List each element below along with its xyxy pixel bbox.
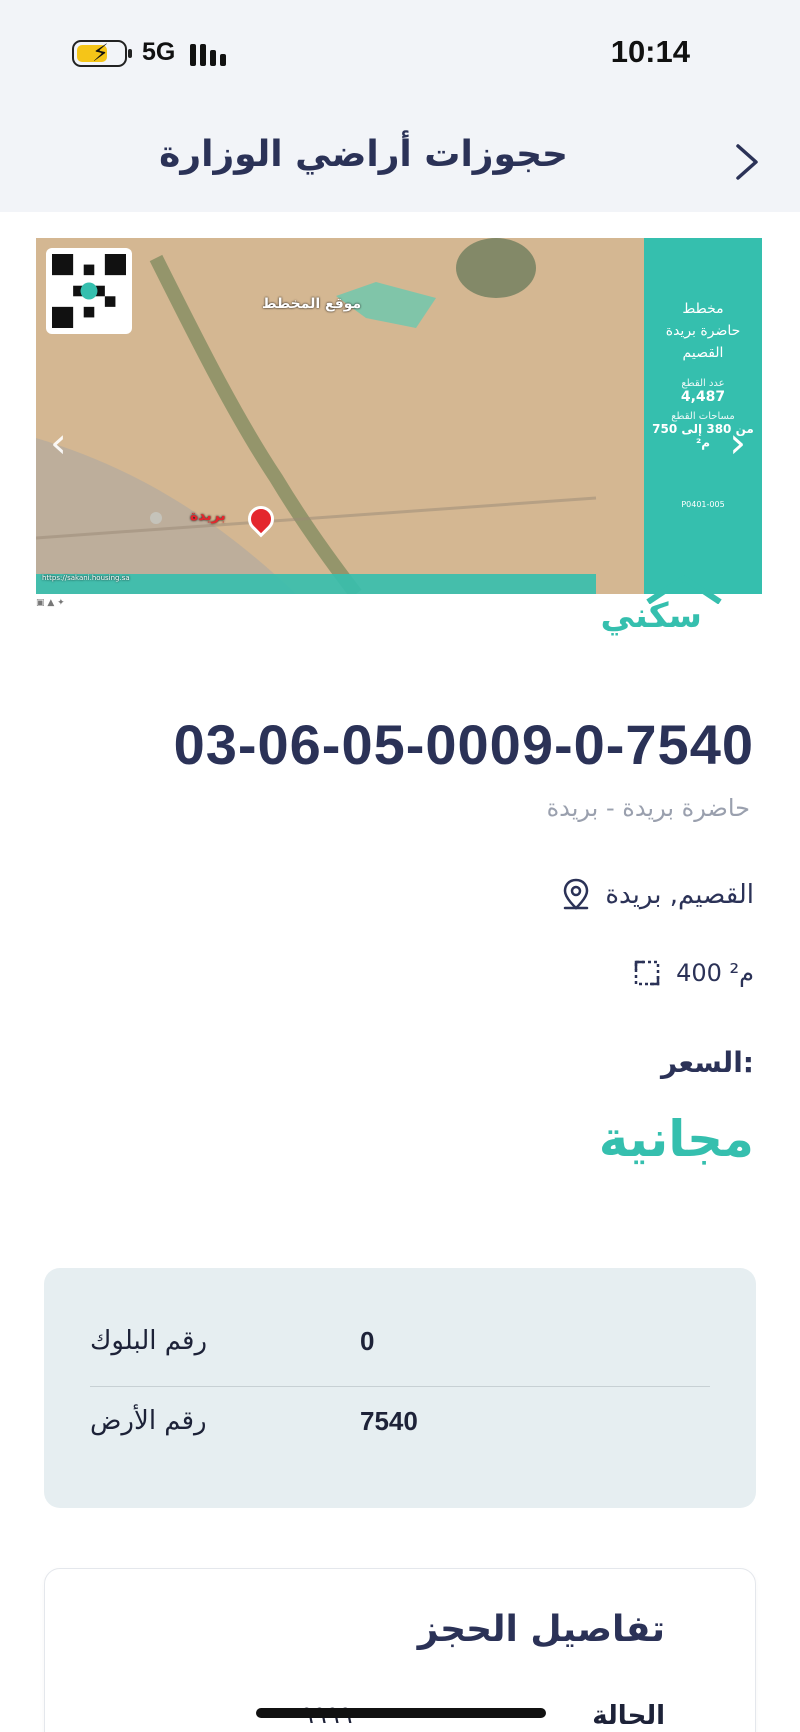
land-id: 03-06-05-0009-0-7540 bbox=[173, 713, 754, 776]
plots-count: 4,487 bbox=[680, 389, 726, 405]
booking-status-label: الحالة bbox=[592, 1701, 665, 1731]
battery-icon: ⚡ bbox=[72, 39, 132, 67]
area-expand-icon bbox=[634, 960, 660, 986]
sakani-logo: سكني bbox=[600, 596, 703, 636]
qr-code-image bbox=[46, 248, 132, 334]
map-url: https://sakani.housing.sa bbox=[42, 574, 130, 582]
chevron-right-icon[interactable]: › bbox=[729, 418, 746, 467]
plan-info-panel: مخطط حاضرة بريدة القصيم عدد القطع 4,487 … bbox=[644, 238, 762, 594]
charging-bolt-icon: ⚡ bbox=[92, 39, 109, 67]
status-time: 10:14 bbox=[610, 34, 690, 69]
panel-title: مخطط حاضرة بريدة القصيم bbox=[644, 298, 762, 364]
panel-title-line-2: حاضرة بريدة bbox=[665, 323, 741, 339]
block-number-value: 0 bbox=[360, 1325, 375, 1356]
land-number-row: رقم الأرض 7540 bbox=[90, 1386, 710, 1456]
block-number-label: رقم البلوك bbox=[90, 1326, 208, 1356]
booking-title: تفاصيل الحجز bbox=[417, 1609, 665, 1650]
price-label: السعر: bbox=[660, 1046, 754, 1079]
location-pin-icon bbox=[564, 878, 589, 910]
panel-title-line-1: مخطط bbox=[682, 301, 724, 317]
land-number-label: رقم الأرض bbox=[90, 1406, 207, 1436]
location-text: القصيم, بريدة bbox=[605, 880, 754, 910]
signal-strength-icon bbox=[190, 42, 226, 66]
area-text: 400 م² bbox=[676, 959, 754, 987]
brand-strip: ▣ ▲ ✦ سكني bbox=[36, 575, 762, 638]
government-logos-icon: ▣ ▲ ✦ bbox=[36, 598, 65, 608]
plan-map-banner[interactable]: موقع المخطط بريدة ‹ https://sakani.housi… bbox=[36, 238, 762, 594]
plot-info-card: رقم البلوك 0 رقم الأرض 7540 bbox=[44, 1268, 756, 1508]
plan-code: P0401-005 bbox=[681, 500, 725, 509]
price-value: مجانية bbox=[598, 1110, 754, 1168]
location-row: القصيم, بريدة bbox=[561, 878, 754, 912]
panel-title-line-3: القصيم bbox=[682, 345, 724, 361]
plan-location-label: موقع المخطط bbox=[262, 296, 362, 312]
chevron-left-icon[interactable]: ‹ bbox=[50, 418, 67, 467]
qr-pattern-icon bbox=[52, 254, 126, 328]
land-subtitle: حاضرة بريدة - بريدة bbox=[546, 794, 750, 822]
network-type: 5G bbox=[142, 38, 176, 66]
land-number-value: 7540 bbox=[360, 1405, 418, 1436]
top-header-area: ⚡ 5G 10:14 حجوزات أراضي الوزارة bbox=[0, 0, 800, 212]
page-title: حجوزات أراضي الوزارة bbox=[159, 134, 568, 175]
plots-label: عدد القطع bbox=[681, 378, 725, 389]
city-label: بريدة bbox=[190, 508, 226, 524]
area-row: 400 م² bbox=[632, 958, 754, 988]
block-number-row: رقم البلوك 0 bbox=[90, 1306, 710, 1376]
home-indicator[interactable] bbox=[256, 1708, 546, 1718]
chevron-right-icon[interactable] bbox=[734, 142, 760, 182]
